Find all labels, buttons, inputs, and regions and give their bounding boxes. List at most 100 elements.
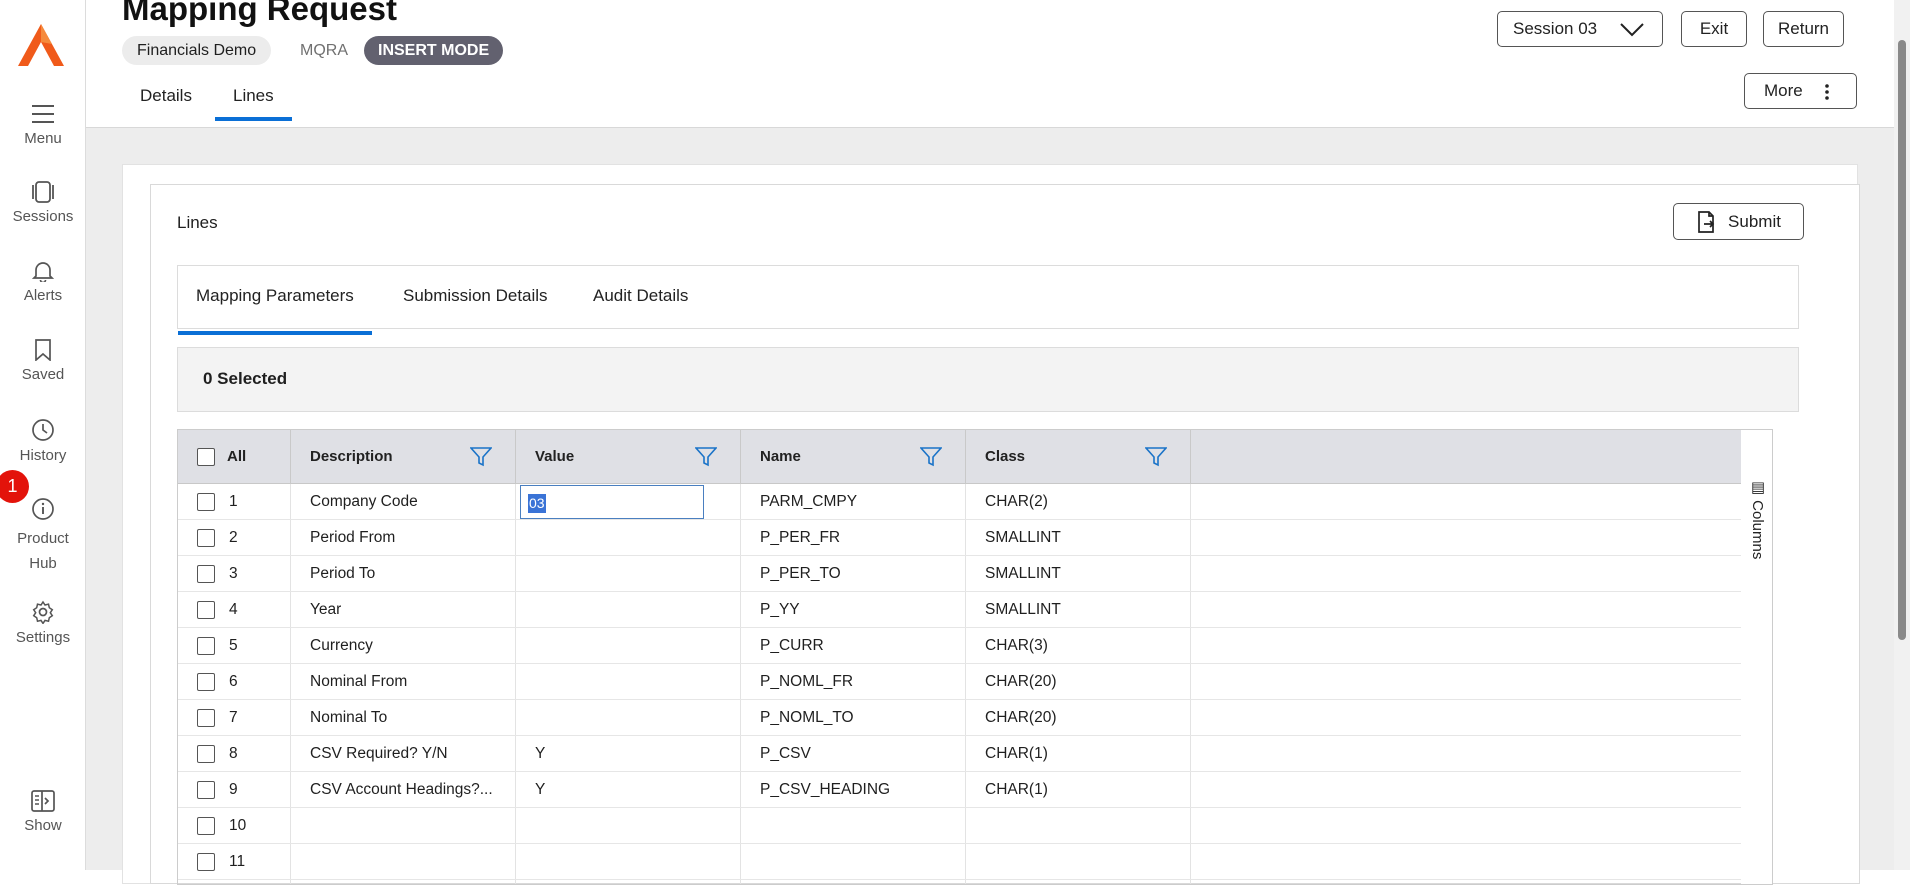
row-checkbox[interactable]: [197, 601, 215, 619]
more-button[interactable]: More: [1744, 73, 1857, 109]
cell-class: SMALLINT: [985, 529, 1061, 546]
columns-grid-icon: ▤: [1749, 478, 1766, 501]
sidebar-item-sessions[interactable]: Sessions: [0, 181, 86, 225]
tab-details[interactable]: Details: [140, 86, 192, 106]
sidebar-item-settings[interactable]: Settings: [0, 600, 86, 646]
column-header-value[interactable]: Value: [535, 430, 574, 484]
row-checkbox[interactable]: [197, 637, 215, 655]
app-logo[interactable]: [18, 24, 64, 66]
sidebar-item-label: History: [19, 447, 67, 464]
sidebar-item-label: Menu: [24, 130, 62, 147]
table-row[interactable]: 5 Currency P_CURR CHAR(3): [178, 628, 1753, 664]
table-row[interactable]: 6 Nominal From P_NOML_FR CHAR(20): [178, 664, 1753, 700]
row-checkbox[interactable]: [197, 781, 215, 799]
table-row[interactable]: 8 CSV Required? Y/N Y P_CSV CHAR(1): [178, 736, 1753, 772]
row-number: 1: [229, 493, 238, 510]
tab-submission-details[interactable]: Submission Details: [403, 286, 548, 306]
row-checkbox[interactable]: [197, 745, 215, 763]
bell-icon: [32, 262, 54, 282]
row-number: 10: [229, 817, 247, 834]
tab-mapping-parameters[interactable]: Mapping Parameters: [178, 286, 372, 335]
filter-icon[interactable]: [1145, 446, 1167, 468]
table-row[interactable]: 9 CSV Account Headings?... Y P_CSV_HEADING C…: [178, 772, 1753, 808]
sidebar-item-saved[interactable]: Saved: [0, 339, 86, 383]
lines-tabs: Mapping Parameters Submission Details Au…: [177, 265, 1799, 335]
cell-class: CHAR(1): [985, 781, 1048, 798]
cell-description: Period From: [310, 529, 396, 546]
column-header-class[interactable]: Class: [985, 430, 1025, 484]
cell-name: P_YY: [760, 601, 800, 618]
table-row[interactable]: 7 Nominal To P_NOML_TO CHAR(20): [178, 700, 1753, 736]
tab-audit-details[interactable]: Audit Details: [593, 286, 688, 306]
filter-icon[interactable]: [470, 446, 492, 468]
mode-badge: INSERT MODE: [364, 36, 504, 65]
chevron-down-icon: [1620, 23, 1644, 37]
lines-card: Lines Submit Mapping Parameters Submissi…: [150, 184, 1860, 885]
return-button[interactable]: Return: [1763, 11, 1844, 47]
cell-value[interactable]: Y: [535, 772, 545, 808]
table-row[interactable]: 1 Company Code 03 PARM_CMPY CHAR(2): [178, 484, 1753, 520]
filter-icon[interactable]: [695, 446, 717, 468]
cell-class: CHAR(1): [985, 745, 1048, 762]
sidebar-item-label: Sessions: [12, 208, 74, 225]
panel-toggle-icon: [31, 790, 55, 812]
column-header-name[interactable]: Name: [760, 430, 801, 484]
cell-name: P_PER_FR: [760, 529, 841, 546]
row-number: 9: [229, 781, 238, 798]
table-row[interactable]: 11: [178, 844, 1753, 880]
page-scrollbar[interactable]: [1894, 0, 1910, 870]
sidebar-item-history[interactable]: History: [0, 418, 86, 464]
sidebar-item-label: Show: [24, 817, 62, 834]
columns-panel-toggle[interactable]: ▤ Columns: [1741, 429, 1773, 885]
company-chip: Financials Demo: [122, 36, 272, 65]
exit-button[interactable]: Exit: [1681, 11, 1747, 47]
cell-description: Year: [310, 601, 342, 618]
row-checkbox[interactable]: [197, 493, 215, 511]
session-select-value: Session 03: [1513, 19, 1598, 38]
submit-button[interactable]: Submit: [1673, 203, 1804, 240]
submit-label: Submit: [1728, 211, 1781, 231]
table-row[interactable]: 4 Year P_YY SMALLINT: [178, 592, 1753, 628]
cell-class: CHAR(3): [985, 637, 1048, 654]
row-number: 8: [229, 745, 238, 762]
sidebar-item-show[interactable]: Show: [0, 790, 86, 834]
value-input-text: 03: [528, 494, 546, 513]
cell-description: Company Code: [310, 493, 418, 510]
cell-name: P_CSV_HEADING: [760, 781, 891, 798]
row-checkbox[interactable]: [197, 853, 215, 871]
session-select[interactable]: Session 03: [1497, 11, 1663, 47]
row-checkbox[interactable]: [197, 817, 215, 835]
table-row[interactable]: 3 Period To P_PER_TO SMALLINT: [178, 556, 1753, 592]
tab-lines[interactable]: Lines: [215, 86, 292, 121]
table-row[interactable]: 2 Period From P_PER_FR SMALLINT: [178, 520, 1753, 556]
sidebar-item-label: Saved: [21, 366, 65, 383]
row-checkbox[interactable]: [197, 529, 215, 547]
sessions-icon: [32, 181, 54, 203]
row-checkbox[interactable]: [197, 565, 215, 583]
cell-description: Currency: [310, 637, 373, 654]
row-number: 7: [229, 709, 238, 726]
sidebar-item-product-hub[interactable]: Product Hub: [0, 497, 86, 576]
program-code: MQRA: [300, 42, 348, 59]
page-title: Mapping Request: [122, 0, 398, 27]
value-input[interactable]: 03: [520, 485, 704, 519]
cell-description: Nominal To: [310, 709, 388, 726]
cell-description: Period To: [310, 565, 376, 582]
cell-value[interactable]: Y: [535, 736, 545, 772]
cell-class: CHAR(2): [985, 493, 1048, 510]
page-scrollbar-thumb[interactable]: [1898, 40, 1906, 640]
column-header-description[interactable]: Description: [310, 430, 393, 484]
main-content: Lines Submit Mapping Parameters Submissi…: [86, 128, 1894, 885]
row-checkbox[interactable]: [197, 709, 215, 727]
sidebar-item-menu[interactable]: Menu: [0, 103, 86, 147]
cell-class: CHAR(20): [985, 673, 1057, 690]
more-label: More: [1764, 81, 1803, 100]
filter-icon[interactable]: [920, 446, 942, 468]
table-row[interactable]: 10: [178, 808, 1753, 844]
sidebar-item-alerts[interactable]: Alerts: [0, 260, 86, 304]
select-all-checkbox[interactable]: [197, 448, 215, 466]
cell-class: CHAR(20): [985, 709, 1057, 726]
row-checkbox[interactable]: [197, 673, 215, 691]
cell-description: Nominal From: [310, 673, 408, 690]
cell-name: P_CURR: [760, 637, 824, 654]
